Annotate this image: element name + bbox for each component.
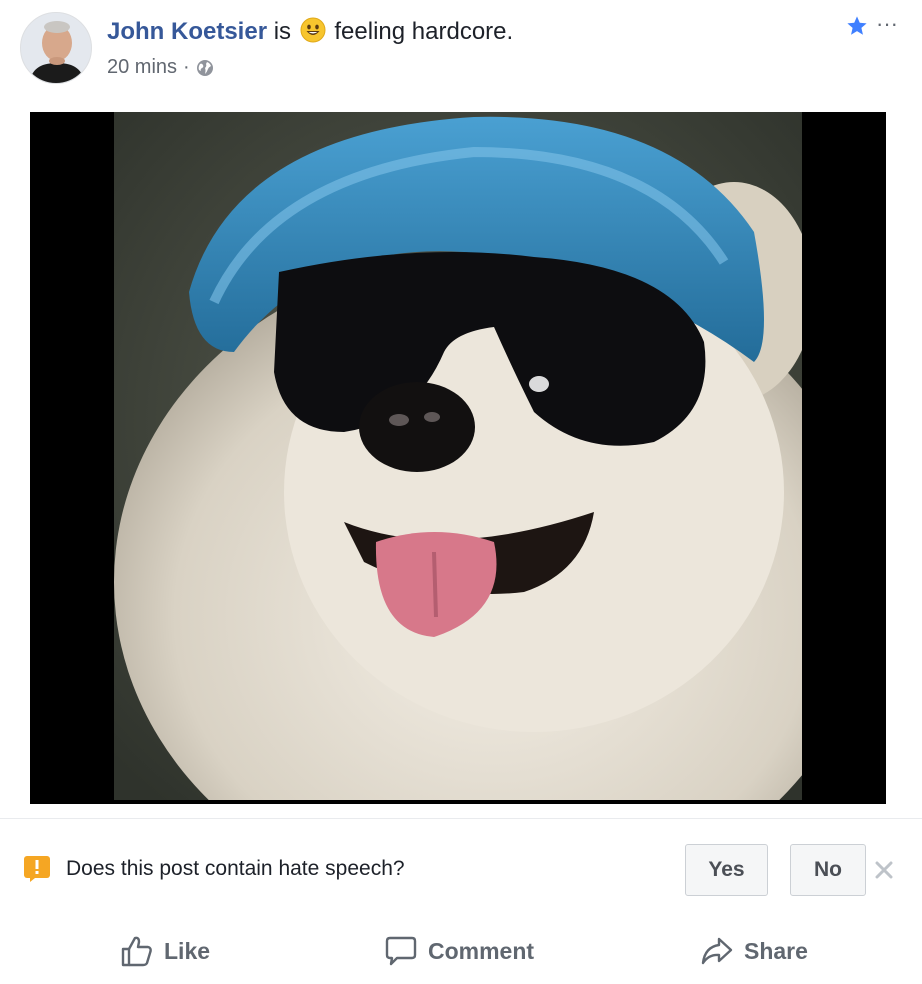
share-label: Share xyxy=(744,937,808,964)
comment-button[interactable]: Comment xyxy=(384,930,534,972)
hate-speech-survey: Does this post contain hate speech? Yes … xyxy=(0,826,922,914)
avatar[interactable] xyxy=(20,12,92,84)
more-options-icon[interactable]: ··· xyxy=(876,13,906,35)
section-divider xyxy=(0,818,922,819)
like-button[interactable]: Like xyxy=(120,930,210,972)
share-button[interactable]: Share xyxy=(700,930,808,972)
author-verb: is xyxy=(273,18,292,45)
share-arrow-icon xyxy=(701,937,733,965)
post-action-bar: Like Comment Share xyxy=(0,918,922,984)
comment-bubble-icon xyxy=(385,936,417,966)
alert-icon xyxy=(24,856,50,882)
star-icon[interactable] xyxy=(846,15,868,37)
post-timestamp[interactable]: 20 mins xyxy=(107,54,177,80)
comment-label: Comment xyxy=(428,937,535,964)
feeling-text[interactable]: feeling hardcore. xyxy=(334,18,513,45)
smiley-emoji-icon xyxy=(300,17,326,51)
post-header: John Koetsier is feeling hardcore. 20 mi… xyxy=(0,0,922,100)
post-meta: 20 mins · xyxy=(107,54,214,80)
meta-separator: · xyxy=(183,56,190,78)
like-label: Like xyxy=(164,937,211,964)
survey-question: Does this post contain hate speech? xyxy=(66,857,405,880)
post-author-line: John Koetsier is feeling hardcore. xyxy=(107,17,513,51)
author-name-link[interactable]: John Koetsier xyxy=(107,18,267,45)
close-icon[interactable] xyxy=(872,858,896,882)
post-photo[interactable] xyxy=(114,112,802,800)
no-button[interactable]: No xyxy=(790,844,866,896)
globe-icon[interactable] xyxy=(196,58,214,76)
thumbs-up-icon xyxy=(121,936,152,967)
post-photo-frame xyxy=(30,112,886,804)
yes-button[interactable]: Yes xyxy=(685,844,768,896)
